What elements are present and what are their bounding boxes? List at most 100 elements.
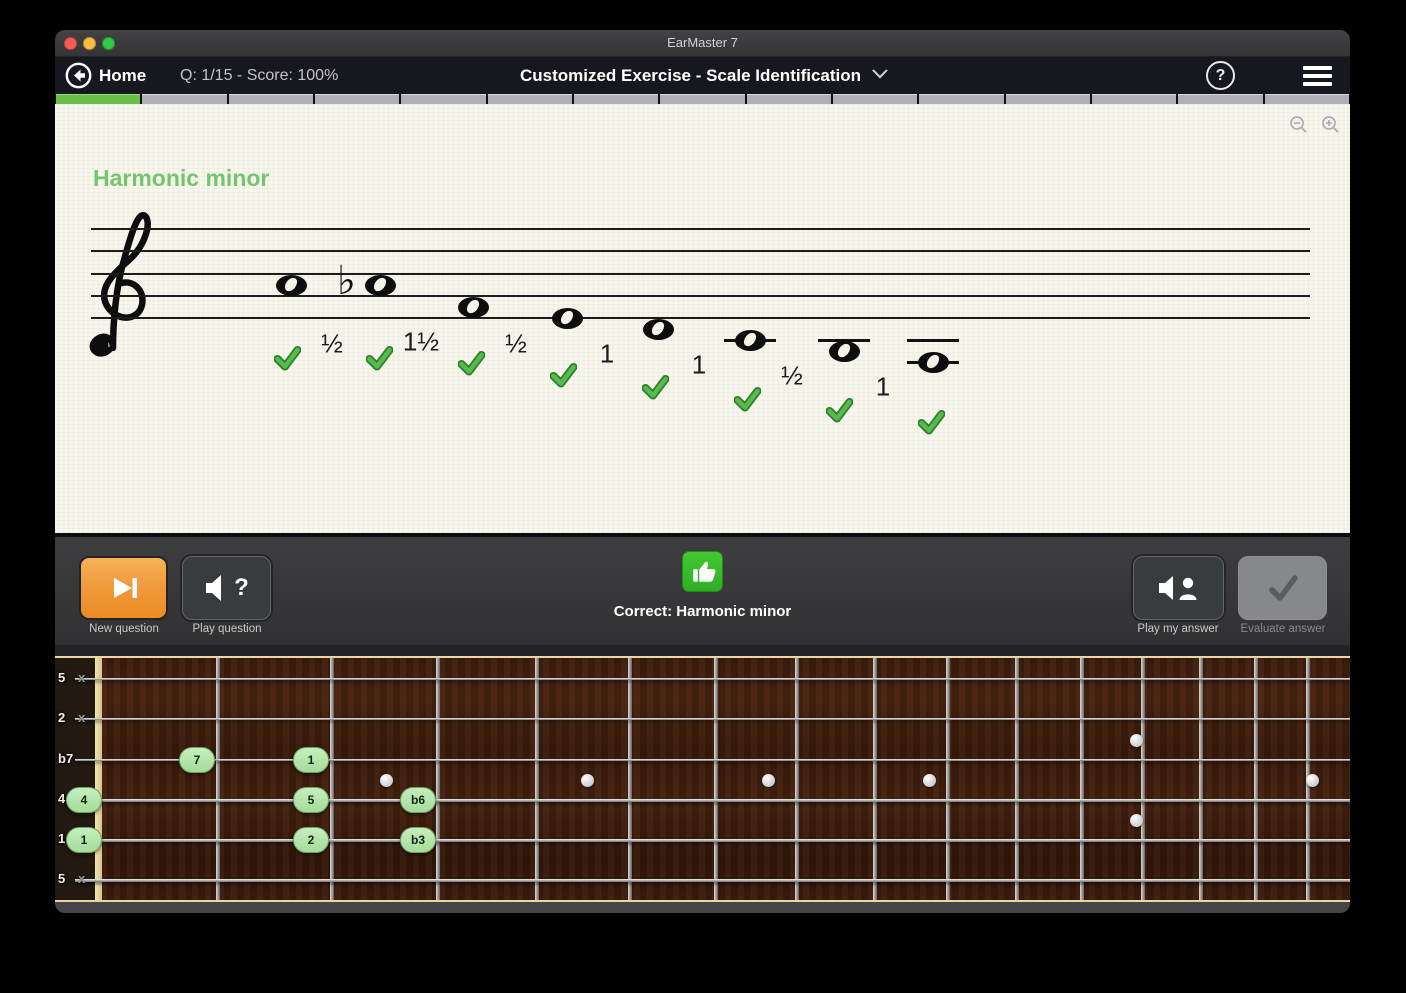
whole-note — [918, 352, 949, 373]
flat-accidental-icon: ♭ — [337, 261, 356, 301]
menu-button[interactable] — [1303, 66, 1332, 86]
note-marker[interactable]: 1 — [66, 827, 102, 853]
inlay-dot-icon — [923, 774, 936, 787]
fret — [795, 658, 799, 900]
fret — [1080, 658, 1084, 900]
correct-check-icon — [458, 351, 485, 376]
fret — [714, 658, 718, 900]
string-degree-label: 4 — [58, 791, 65, 806]
nav-bar: Home Q: 1/15 - Score: 100% Customized Ex… — [55, 57, 1350, 94]
progress-segment — [1092, 94, 1176, 104]
whole-note — [365, 275, 396, 296]
progress-segment — [488, 94, 572, 104]
string-muted-icon: x — [78, 710, 85, 725]
correct-check-icon — [550, 363, 577, 388]
progress-segment — [919, 94, 1003, 104]
fret — [1254, 658, 1258, 900]
exercise-title-dropdown[interactable]: Customized Exercise - Scale Identificati… — [520, 57, 885, 94]
staff-line — [91, 273, 1310, 275]
progress-bar — [55, 94, 1350, 104]
correct-check-icon — [734, 387, 761, 412]
home-button[interactable]: Home — [65, 62, 146, 89]
staff-line — [91, 250, 1310, 252]
correct-check-icon — [826, 398, 853, 423]
skip-next-icon — [106, 571, 142, 605]
progress-segment — [660, 94, 744, 104]
note-marker[interactable]: 5 — [293, 787, 329, 813]
fret — [216, 658, 220, 900]
progress-segment — [56, 94, 140, 104]
help-button[interactable]: ? — [1206, 61, 1235, 90]
fret — [1199, 658, 1203, 900]
inlay-dot-icon — [1130, 734, 1143, 747]
whole-note — [829, 341, 860, 362]
string-degree-label: 5 — [58, 871, 65, 886]
note-marker[interactable]: 4 — [66, 787, 102, 813]
string-muted-icon: x — [78, 670, 85, 685]
fret — [873, 658, 877, 900]
progress-segment — [1265, 94, 1349, 104]
guitar-string[interactable] — [75, 879, 1350, 882]
evaluate-answer-label: Evaluate answer — [1213, 623, 1350, 635]
progress-segment — [574, 94, 658, 104]
inlay-dot-icon — [581, 774, 594, 787]
note-marker[interactable]: 2 — [293, 827, 329, 853]
guitar-string[interactable] — [75, 799, 1350, 802]
interval-label: 1 — [600, 339, 614, 370]
note-marker[interactable]: 1 — [293, 747, 329, 773]
fret — [1015, 658, 1019, 900]
guitar-string[interactable] — [75, 759, 1350, 761]
staff-line — [91, 317, 1310, 319]
progress-segment — [315, 94, 399, 104]
title-bar: EarMaster 7 — [55, 30, 1350, 57]
progress-segment — [1178, 94, 1262, 104]
exercise-title: Customized Exercise - Scale Identificati… — [520, 66, 861, 86]
interval-label: ½ — [321, 329, 343, 360]
fret — [330, 658, 334, 900]
fretboard-bottom-strip — [55, 902, 1350, 913]
fret — [946, 658, 950, 900]
whole-note — [735, 330, 766, 351]
control-bar: New question ? Play question Correct: Ha… — [55, 537, 1350, 645]
guitar-string[interactable] — [75, 839, 1350, 842]
speaker-icon — [204, 573, 230, 603]
hamburger-icon — [1303, 66, 1332, 70]
earmaster-window: EarMaster 7 Home Q: 1/15 - Score: 100% C… — [55, 30, 1350, 913]
notation-panel: Harmonic minor ♭½1½½11½1 — [55, 104, 1350, 533]
staff-line — [91, 295, 1310, 297]
whole-note — [643, 319, 674, 340]
question-score-status: Q: 1/15 - Score: 100% — [180, 57, 338, 94]
play-question-label: Play question — [157, 623, 297, 635]
string-degree-label: 2 — [58, 710, 65, 725]
fret — [535, 658, 539, 900]
chevron-down-icon — [872, 63, 888, 79]
fretboard-panel: 5x2xb7415x7145b612b3 — [55, 645, 1350, 913]
correct-check-icon — [366, 346, 393, 371]
note-marker[interactable]: b6 — [400, 787, 436, 813]
staff-notes-layer: ♭½1½½11½1 — [55, 104, 1350, 533]
home-label: Home — [99, 66, 146, 86]
guitar-string[interactable] — [75, 678, 1350, 680]
correct-check-icon — [918, 410, 945, 435]
string-degree-label: 1 — [58, 831, 65, 846]
staff-line — [91, 228, 1310, 230]
correct-check-icon — [274, 346, 301, 371]
speaker-person-icon — [1158, 573, 1200, 603]
play-my-answer-button[interactable] — [1133, 556, 1224, 620]
guitar-string[interactable] — [75, 718, 1350, 720]
fret — [1141, 658, 1145, 900]
whole-note — [552, 308, 583, 329]
back-arrow-icon — [65, 62, 92, 89]
correct-thumbs-up-icon — [682, 551, 723, 592]
note-marker[interactable]: 7 — [179, 747, 215, 773]
interval-label: 1½ — [403, 327, 439, 358]
fretboard[interactable]: 5x2xb7415x7145b612b3 — [55, 645, 1350, 913]
progress-segment — [747, 94, 831, 104]
note-marker[interactable]: b3 — [400, 827, 436, 853]
evaluate-answer-button[interactable] — [1238, 556, 1327, 620]
ledger-line — [907, 339, 959, 342]
correct-check-icon — [642, 375, 669, 400]
progress-segment — [833, 94, 917, 104]
question-mark-icon: ? — [234, 574, 249, 602]
interval-label: 1 — [692, 350, 706, 381]
